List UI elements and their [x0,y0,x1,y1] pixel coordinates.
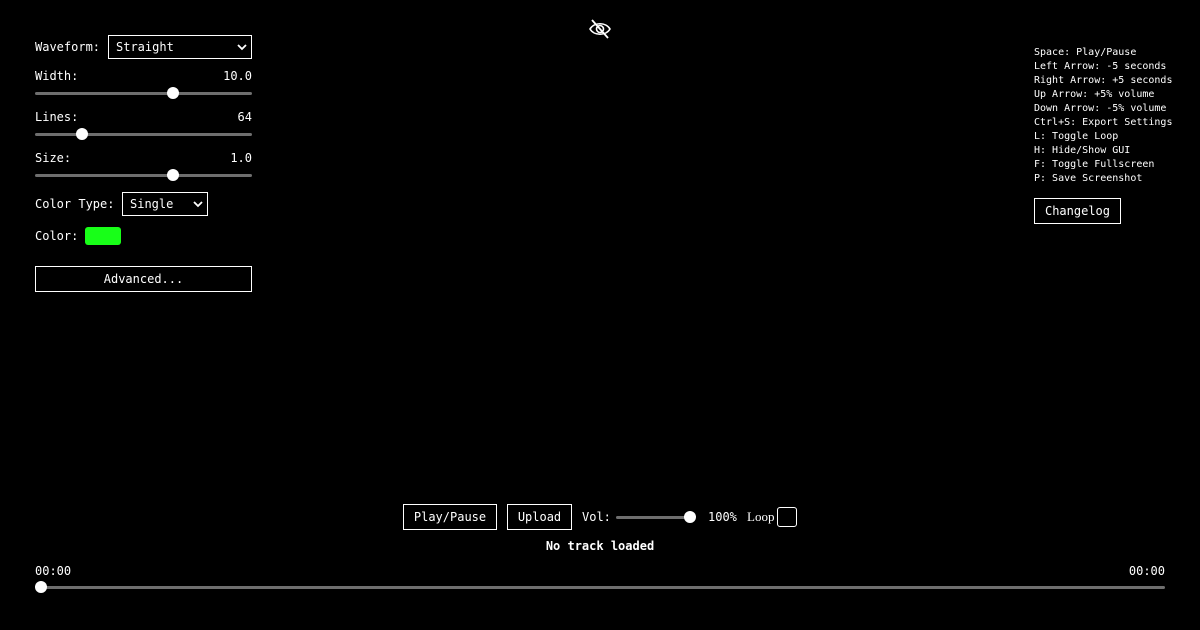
width-slider-thumb[interactable] [167,87,179,99]
waveform-label: Waveform: [35,40,101,54]
loop-checkbox[interactable] [777,507,797,527]
size-label: Size: [35,151,72,165]
color-type-label: Color Type: [35,197,115,211]
shortcut-item: Ctrl+S: Export Settings [1034,117,1173,128]
lines-slider[interactable] [35,128,252,140]
shortcut-item: Right Arrow: +5 seconds [1034,75,1173,86]
shortcut-item: H: Hide/Show GUI [1034,145,1131,156]
shortcut-item: P: Save Screenshot [1034,173,1143,184]
lines-label: Lines: [35,110,79,124]
chevron-down-icon [237,36,247,58]
volume-slider-thumb[interactable] [684,511,696,523]
eye-slash-icon [589,19,611,39]
color-type-selected-value: Single [130,197,174,211]
volume-slider[interactable] [616,511,696,523]
upload-button[interactable]: Upload [507,504,572,530]
chevron-down-icon [193,193,203,215]
width-value: 10.0 [223,69,252,83]
color-label: Color: [35,229,79,243]
changelog-button[interactable]: Changelog [1034,198,1121,224]
seek-bar[interactable] [35,581,1165,593]
hide-gui-button[interactable] [587,16,613,42]
color-type-select[interactable]: Single [122,192,208,216]
size-value: 1.0 [230,151,252,165]
color-swatch[interactable] [85,227,121,245]
keyboard-shortcuts-list: Space: Play/Pause Left Arrow: -5 seconds… [1034,46,1172,186]
width-label: Width: [35,69,79,83]
waveform-select[interactable]: Straight [108,35,252,59]
loop-label: Loop [747,509,775,524]
play-pause-button[interactable]: Play/Pause [403,504,497,530]
width-slider[interactable] [35,87,252,99]
size-slider-thumb[interactable] [167,169,179,181]
shortcut-item: F: Toggle Fullscreen [1034,159,1155,170]
volume-label: Vol: [582,510,611,524]
current-time: 00:00 [35,564,72,578]
volume-value: 100% [708,510,737,524]
waveform-selected-value: Straight [116,40,174,54]
total-time: 00:00 [1128,564,1165,578]
shortcut-item: L: Toggle Loop [1034,131,1119,142]
seek-bar-thumb[interactable] [35,581,47,593]
size-slider[interactable] [35,169,252,181]
shortcut-item: Up Arrow: +5% volume [1034,89,1155,100]
track-status: No track loaded [545,539,655,553]
shortcut-item: Down Arrow: -5% volume [1034,103,1167,114]
advanced-button[interactable]: Advanced... [35,266,252,292]
lines-slider-thumb[interactable] [76,128,89,140]
lines-value: 64 [237,110,252,124]
shortcut-item: Space: Play/Pause [1034,47,1137,58]
shortcut-item: Left Arrow: -5 seconds [1034,61,1167,72]
